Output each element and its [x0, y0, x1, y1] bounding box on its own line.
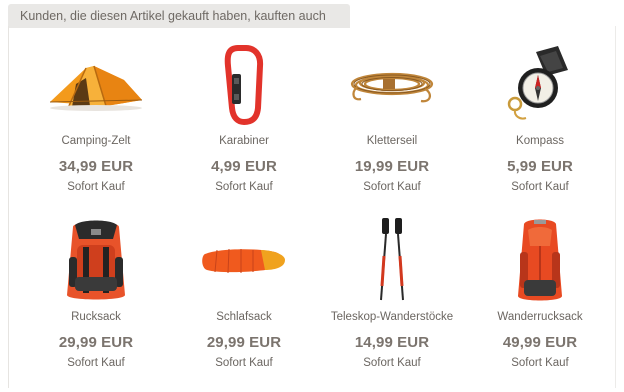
rope-icon[interactable] — [332, 42, 452, 126]
product-price: 29,99 EUR — [58, 334, 134, 351]
buy-now-link[interactable]: Sofort Kauf — [363, 357, 421, 369]
product-card-rucksack[interactable]: Rucksack 29,99 EUR Sofort Kauf — [22, 216, 170, 392]
section-title: Kunden, die diesen Artikel gekauft haben… — [8, 4, 350, 28]
product-name[interactable]: Kletterseil — [367, 135, 418, 147]
carabiner-icon[interactable] — [184, 42, 304, 126]
trekking-poles-icon[interactable] — [332, 218, 452, 302]
product-card-kletterseil[interactable]: Kletterseil 19,99 EUR Sofort Kauf — [318, 40, 466, 216]
product-price: 49,99 EUR — [502, 334, 578, 351]
backpack-icon[interactable] — [36, 218, 156, 302]
buy-now-link[interactable]: Sofort Kauf — [215, 357, 273, 369]
product-price: 19,99 EUR — [354, 158, 430, 175]
buy-now-link[interactable]: Sofort Kauf — [215, 181, 273, 193]
product-price: 34,99 EUR — [58, 158, 134, 175]
buy-now-link[interactable]: Sofort Kauf — [363, 181, 421, 193]
product-card-camping-zelt[interactable]: Camping-Zelt 34,99 EUR Sofort Kauf — [22, 40, 170, 216]
sleeping-bag-icon[interactable] — [184, 218, 304, 302]
product-grid: Camping-Zelt 34,99 EUR Sofort Kauf Karab… — [22, 40, 614, 392]
product-card-teleskop-wanderstoecke[interactable]: Teleskop-Wanderstöcke 14,99 EUR Sofort K… — [318, 216, 466, 392]
product-name[interactable]: Camping-Zelt — [61, 135, 130, 147]
product-price: 4,99 EUR — [211, 158, 277, 175]
product-name[interactable]: Wanderrucksack — [497, 311, 582, 323]
product-card-schlafsack[interactable]: Schlafsack 29,99 EUR Sofort Kauf — [170, 216, 318, 392]
product-card-wanderrucksack[interactable]: Wanderrucksack 49,99 EUR Sofort Kauf — [466, 216, 614, 392]
buy-now-link[interactable]: Sofort Kauf — [67, 181, 125, 193]
product-name[interactable]: Schlafsack — [216, 311, 272, 323]
tent-icon[interactable] — [36, 42, 156, 126]
product-price: 14,99 EUR — [354, 334, 430, 351]
product-price: 29,99 EUR — [206, 334, 282, 351]
buy-now-link[interactable]: Sofort Kauf — [67, 357, 125, 369]
product-name[interactable]: Rucksack — [71, 311, 121, 323]
product-card-kompass[interactable]: Kompass 5,99 EUR Sofort Kauf — [466, 40, 614, 216]
buy-now-link[interactable]: Sofort Kauf — [511, 181, 569, 193]
product-name[interactable]: Teleskop-Wanderstöcke — [331, 311, 453, 323]
compass-icon[interactable] — [480, 42, 600, 126]
buy-now-link[interactable]: Sofort Kauf — [511, 357, 569, 369]
product-card-karabiner[interactable]: Karabiner 4,99 EUR Sofort Kauf — [170, 40, 318, 216]
hiking-backpack-icon[interactable] — [480, 218, 600, 302]
product-name[interactable]: Karabiner — [219, 135, 269, 147]
product-name[interactable]: Kompass — [516, 135, 564, 147]
product-price: 5,99 EUR — [507, 158, 573, 175]
